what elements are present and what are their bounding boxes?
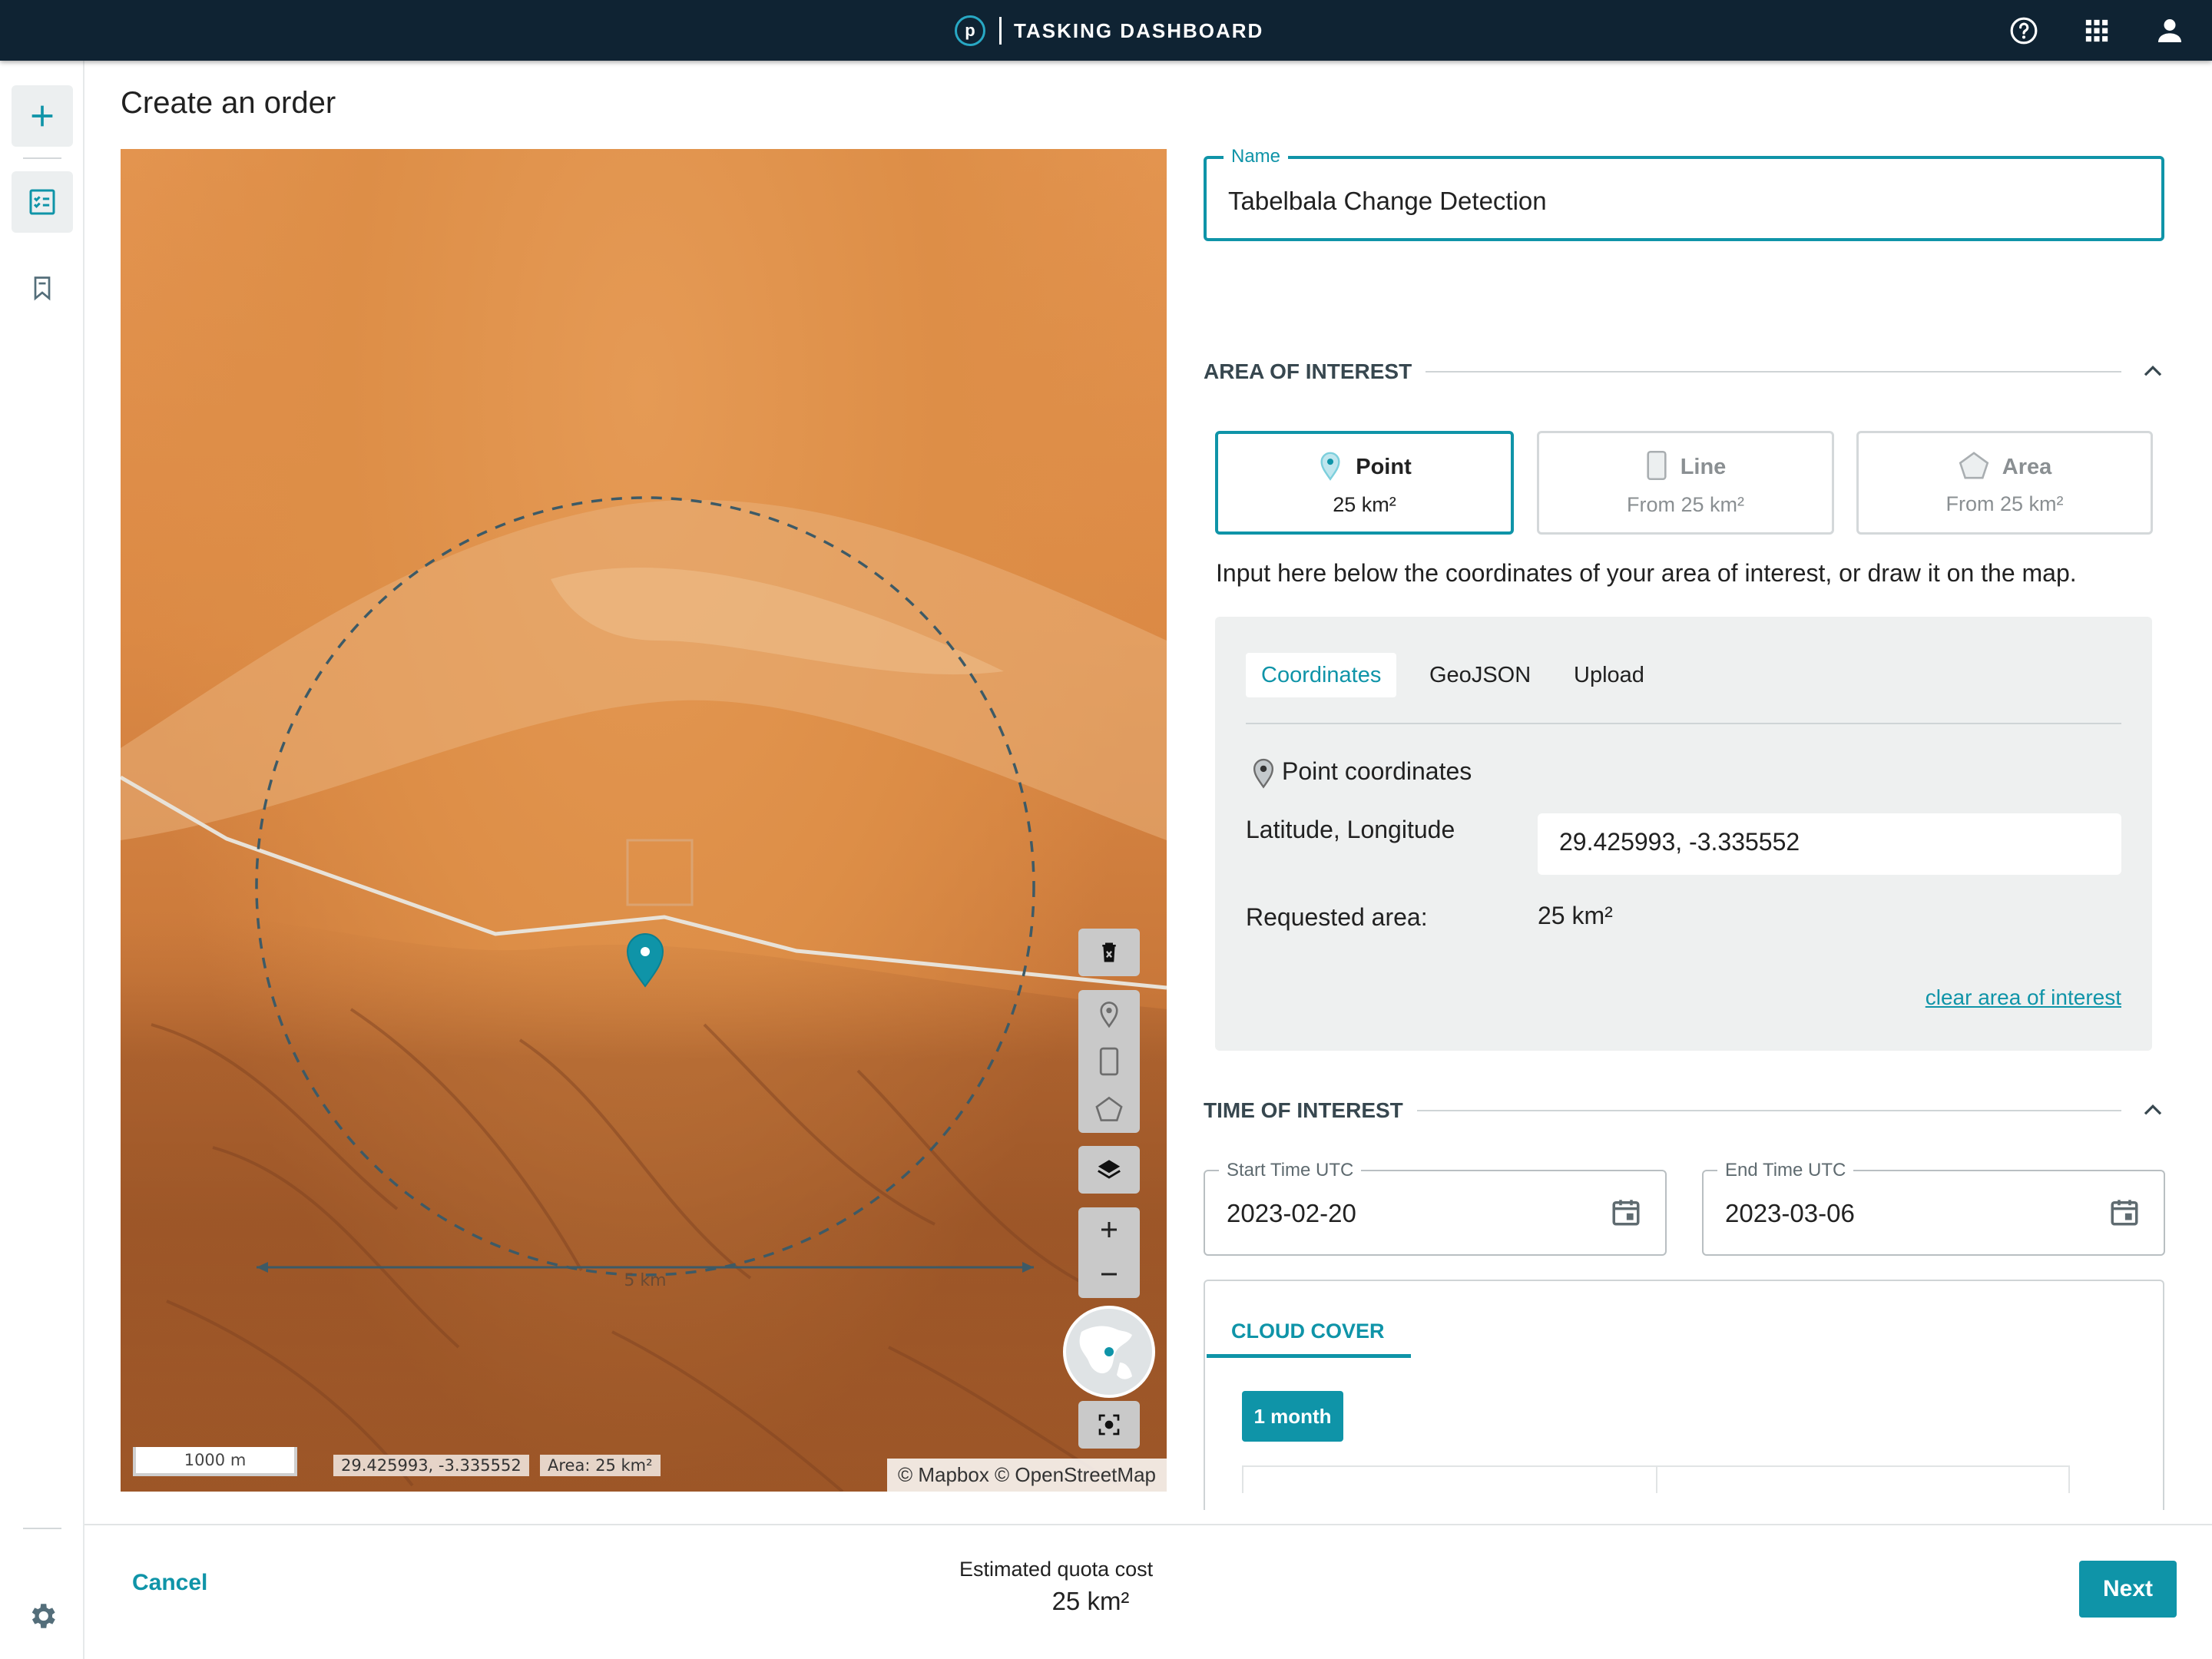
page-title: Create an order: [121, 86, 336, 121]
quota-cost-label: Estimated quota cost: [959, 1558, 1153, 1581]
start-time-value[interactable]: 2023-02-20: [1227, 1199, 1356, 1228]
app-title: TASKING DASHBOARD: [1014, 19, 1263, 43]
chevron-up-icon[interactable]: [2141, 363, 2164, 382]
end-time-value[interactable]: 2023-03-06: [1725, 1199, 1855, 1228]
account-icon[interactable]: [2153, 14, 2187, 48]
delete-icon[interactable]: [1078, 929, 1140, 976]
geometry-option-title: Area: [2002, 455, 2052, 480]
aoi-section-header[interactable]: AREA OF INTEREST: [1204, 356, 2164, 387]
next-button[interactable]: Next: [2079, 1561, 2177, 1618]
polygon-tool-icon[interactable]: [1078, 1085, 1140, 1133]
geometry-option-point[interactable]: Point 25 km²: [1215, 431, 1514, 535]
toi-section-title: TIME OF INTEREST: [1204, 1098, 1403, 1123]
chart-gridline: [2068, 1465, 2070, 1493]
latlon-input[interactable]: 29.425993, -3.335552: [1538, 813, 2121, 875]
brand-divider: [999, 17, 1002, 45]
zoom-controls: [1078, 1207, 1140, 1298]
time-range-chip[interactable]: 1 month: [1242, 1391, 1343, 1442]
calendar-icon[interactable]: [2108, 1196, 2141, 1232]
chevron-up-icon[interactable]: [2141, 1101, 2164, 1121]
requested-area-value: 25 km²: [1538, 902, 1613, 930]
footer-bar: Cancel Estimated quota cost 25 km² Next: [84, 1524, 2212, 1659]
toi-section-divider: [1417, 1110, 2121, 1111]
tab-divider: [1246, 723, 2121, 724]
start-time-label: Start Time UTC: [1219, 1160, 1361, 1181]
zoom-out-icon[interactable]: [1078, 1252, 1140, 1296]
delete-tool[interactable]: [1078, 929, 1140, 976]
map-attribution[interactable]: © Mapbox © OpenStreetMap: [887, 1459, 1167, 1492]
line-tool-icon[interactable]: [1078, 1038, 1140, 1085]
polygon-icon: [1958, 450, 1990, 485]
geometry-option-title: Line: [1681, 455, 1727, 480]
rail-divider: [23, 157, 61, 159]
top-bar: p TASKING DASHBOARD: [0, 0, 2212, 61]
draw-tools: [1078, 990, 1140, 1133]
layers-icon[interactable]: [1078, 1146, 1140, 1194]
chart-gridline: [1656, 1465, 1657, 1493]
geometry-option-area[interactable]: Area From 25 km²: [1856, 431, 2153, 535]
geometry-option-subtitle: From 25 km²: [1945, 492, 2063, 516]
brand[interactable]: p TASKING DASHBOARD: [955, 14, 1263, 48]
order-name-value[interactable]: Tabelbala Change Detection: [1228, 187, 1547, 216]
requested-area-label: Requested area:: [1246, 903, 1428, 932]
toi-section-header[interactable]: TIME OF INTEREST: [1204, 1095, 2164, 1126]
aoi-section-divider: [1426, 371, 2121, 373]
measure-label: 5 km: [624, 1271, 666, 1290]
geometry-option-subtitle: 25 km²: [1333, 493, 1396, 517]
globe-icon[interactable]: [1063, 1306, 1155, 1398]
zoom-in-icon[interactable]: [1078, 1207, 1140, 1252]
layers-tool[interactable]: [1078, 1146, 1140, 1194]
help-icon[interactable]: [2007, 14, 2041, 48]
tab-coordinates[interactable]: Coordinates: [1246, 653, 1396, 697]
bookmark-icon[interactable]: [12, 257, 73, 319]
add-icon[interactable]: [12, 85, 73, 147]
start-time-field[interactable]: Start Time UTC 2023-02-20: [1204, 1170, 1667, 1256]
satellite-imagery: 5 km: [121, 149, 1167, 1492]
left-rail: [0, 61, 84, 1659]
scale-bar: 1000 m: [133, 1447, 297, 1476]
order-name-field[interactable]: Name Tabelbala Change Detection: [1204, 156, 2164, 241]
geometry-option-subtitle: From 25 km²: [1627, 493, 1744, 517]
tab-geojson[interactable]: GeoJSON: [1414, 653, 1546, 697]
end-time-label: End Time UTC: [1717, 1160, 1853, 1181]
point-icon: [1317, 449, 1343, 485]
coordinates-readout: 29.425993, -3.335552: [333, 1455, 529, 1476]
calendar-icon[interactable]: [1610, 1196, 1642, 1232]
task-list-icon[interactable]: [12, 171, 73, 233]
cancel-button[interactable]: Cancel: [132, 1570, 207, 1596]
brand-logo: p: [955, 15, 985, 46]
point-coordinates-label: Point coordinates: [1282, 757, 1472, 786]
rail-divider-bottom: [23, 1528, 61, 1529]
tab-upload[interactable]: Upload: [1558, 653, 1660, 697]
line-icon: [1645, 449, 1668, 485]
geometry-option-line[interactable]: Line From 25 km²: [1537, 431, 1834, 535]
end-time-field[interactable]: End Time UTC 2023-03-06: [1702, 1170, 2165, 1256]
aoi-help-text: Input here below the coordinates of your…: [1216, 559, 2077, 588]
area-readout: Area: 25 km²: [540, 1455, 661, 1476]
chart-gridline: [1242, 1465, 1243, 1493]
geometry-option-title: Point: [1356, 455, 1412, 480]
recenter-icon[interactable]: [1078, 1401, 1140, 1449]
aoi-input-panel: Coordinates GeoJSON Upload Point coordin…: [1215, 617, 2152, 1051]
cloud-cover-card: CLOUD COVER 1 month: [1204, 1280, 2164, 1510]
clear-aoi-link[interactable]: clear area of interest: [1926, 985, 2121, 1010]
order-name-label: Name: [1224, 146, 1288, 167]
map-pin-icon: [1250, 756, 1277, 793]
tab-cloud-cover[interactable]: CLOUD COVER: [1207, 1312, 1411, 1358]
apps-grid-icon[interactable]: [2080, 14, 2114, 48]
quota-cost-value: 25 km²: [1052, 1587, 1130, 1616]
point-tool-icon[interactable]: [1078, 990, 1140, 1038]
aoi-section-title: AREA OF INTEREST: [1204, 359, 1412, 384]
map-canvas[interactable]: 5 km: [121, 149, 1167, 1492]
chart-gridline: [1242, 1465, 2068, 1467]
recenter-tool[interactable]: [1078, 1401, 1140, 1449]
latlon-label: Latitude, Longitude: [1246, 816, 1455, 844]
settings-icon[interactable]: [12, 1585, 73, 1647]
